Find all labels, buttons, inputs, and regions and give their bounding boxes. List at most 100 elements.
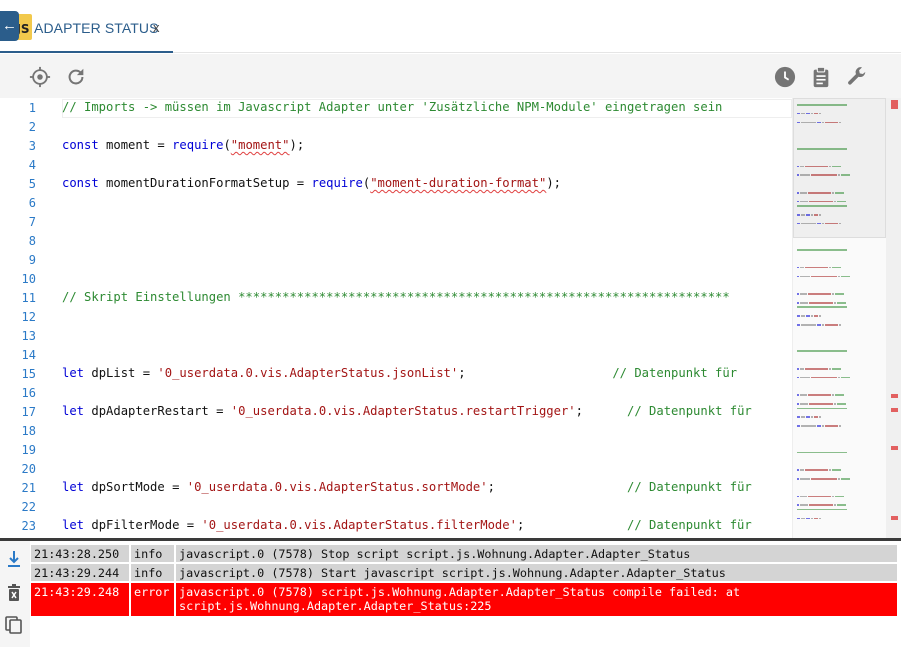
code-area[interactable]: // Imports -> müssen im Javascript Adapt… — [62, 98, 792, 538]
code-editor[interactable]: 1 2 3 4 5 6 7 8 9 10 11 12 13 14 15 16 17 18 19 20 21 22 23 //… — [0, 98, 901, 538]
arrow-left-icon[interactable]: ← — [0, 11, 19, 41]
minimap-stroke — [800, 394, 807, 396]
minimap-stroke — [825, 324, 838, 326]
minimap-stroke — [806, 517, 810, 520]
minimap-stroke — [829, 469, 831, 471]
minimap-stroke — [800, 376, 810, 379]
minimap-stroke — [800, 266, 804, 269]
minimap-stroke — [797, 104, 847, 106]
script-editor-window: JS ADAPTER STATUS x ← 1 2 3 4 5 6 7 8 9 10 11 12 13 1… — [0, 0, 901, 647]
code-token: ; — [575, 404, 628, 418]
minimap[interactable] — [792, 98, 886, 538]
target-icon[interactable] — [29, 66, 51, 88]
line-number: 6 — [28, 196, 36, 210]
minimap-stroke — [817, 222, 821, 225]
minimap-stroke — [800, 403, 808, 405]
minimap-stroke — [822, 425, 824, 427]
code-token: ); — [546, 176, 561, 190]
minimap-stroke — [797, 407, 847, 410]
line-number: 16 — [21, 386, 36, 400]
clock-icon[interactable] — [774, 66, 796, 88]
minimap-stroke — [797, 403, 799, 405]
code-token: dpList = — [84, 366, 158, 380]
minimap-stroke — [797, 350, 847, 352]
line-number: 8 — [28, 234, 36, 248]
minimap-stroke — [805, 469, 828, 471]
minimap-stroke — [797, 504, 799, 506]
error-marker — [891, 446, 898, 450]
minimap-stroke — [811, 112, 813, 115]
minimap-stroke — [797, 478, 799, 480]
minimap-stroke — [800, 478, 810, 480]
minimap-stroke — [834, 504, 836, 506]
minimap-stroke — [811, 315, 813, 317]
log-row: 21:43:29.244 info javascript.0 (7578) Star… — [31, 564, 897, 581]
code-token: '0_userdata.0.vis.AdapterStatus.jsonList… — [157, 366, 459, 380]
minimap-stroke — [797, 416, 800, 418]
minimap-stroke — [814, 214, 818, 216]
minimap-stroke — [797, 508, 847, 511]
minimap-stroke — [832, 192, 834, 194]
minimap-stroke — [832, 368, 841, 370]
clipboard-icon[interactable] — [810, 66, 832, 88]
minimap-stroke — [806, 214, 810, 216]
code-token: ); — [289, 138, 305, 152]
log-severity: info — [131, 545, 174, 562]
minimap-stroke — [805, 368, 828, 370]
wrench-icon[interactable] — [846, 66, 868, 88]
minimap-stroke — [817, 425, 821, 427]
minimap-stroke — [797, 517, 800, 520]
copy-icon[interactable] — [4, 615, 24, 635]
minimap-stroke — [837, 200, 846, 203]
minimap-stroke — [832, 469, 841, 471]
line-number: 10 — [21, 272, 36, 286]
line-number: 22 — [21, 500, 36, 514]
code-token: ; — [516, 518, 627, 532]
minimap-stroke — [832, 266, 841, 269]
minimap-stroke — [817, 324, 821, 326]
minimap-stroke — [834, 200, 836, 203]
tab-adapter-status[interactable]: JS ADAPTER STATUS x — [0, 0, 173, 53]
minimap-stroke — [819, 315, 821, 317]
minimap-stroke — [797, 324, 800, 326]
minimap-stroke — [797, 222, 800, 225]
log-time: 21:43:28.250 — [31, 545, 129, 562]
scroll-to-bottom-icon[interactable] — [4, 549, 24, 569]
refresh-icon[interactable] — [65, 66, 87, 88]
code-token: dpFilterMode = — [84, 518, 202, 532]
error-marker — [891, 516, 898, 520]
error-marker — [891, 100, 898, 109]
minimap-stroke — [841, 275, 850, 278]
vertical-scrollbar[interactable] — [886, 98, 901, 538]
code-token: "moment-duration-format" — [370, 176, 547, 190]
minimap-stroke — [797, 249, 847, 251]
line-number: 13 — [21, 329, 36, 343]
minimap-stroke — [834, 302, 836, 304]
code-token: // Datenpunkt für — [627, 518, 752, 532]
code-line: let dpAdapterRestart = '0_userdata.0.vis… — [62, 404, 752, 418]
minimap-stroke — [805, 165, 828, 168]
clear-log-icon[interactable] — [4, 583, 24, 603]
minimap-stroke — [837, 302, 846, 304]
minimap-stroke — [797, 306, 847, 308]
minimap-stroke — [801, 416, 805, 418]
minimap-stroke — [801, 222, 816, 225]
minimap-stroke — [837, 504, 846, 506]
minimap-stroke — [838, 174, 840, 176]
code-token: const — [62, 138, 99, 152]
code-token: dpSortMode = — [84, 480, 187, 494]
minimap-stroke — [814, 112, 818, 115]
tab-close-icon[interactable]: x — [153, 20, 160, 35]
minimap-slider[interactable] — [793, 98, 886, 238]
line-number: 21 — [21, 481, 36, 495]
minimap-stroke — [797, 376, 799, 379]
log-message: javascript.0 (7578) script.js.Wohnung.Ad… — [176, 583, 897, 616]
code-token: let — [62, 480, 85, 494]
minimap-stroke — [811, 174, 837, 176]
line-number: 7 — [28, 215, 36, 229]
line-number: 19 — [21, 443, 36, 457]
log-panel: 21:43:28.250 info javascript.0 (7578) Stop… — [0, 538, 901, 647]
line-number: 18 — [21, 424, 36, 438]
minimap-stroke — [797, 275, 799, 278]
minimap-stroke — [797, 148, 847, 150]
